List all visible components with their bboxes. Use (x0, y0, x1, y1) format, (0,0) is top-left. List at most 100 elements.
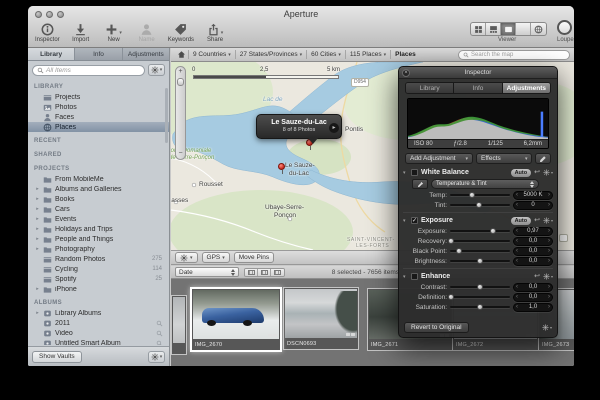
close-icon[interactable]: × (402, 69, 410, 77)
sidebar-item-random-photos[interactable]: Random Photos275 (28, 254, 169, 264)
slider-track[interactable] (450, 240, 510, 242)
slider-handle[interactable] (477, 304, 483, 310)
toolbar-import-button[interactable]: Import (69, 22, 93, 43)
stepper-increment-icon[interactable]: › (548, 191, 550, 199)
viewer-mode-split[interactable] (486, 23, 501, 35)
sidebar-item-from-mobileme[interactable]: From MobileMe (28, 174, 169, 184)
slider-handle[interactable] (448, 294, 454, 300)
sidebar-filter-button[interactable]: ▾ (148, 64, 165, 76)
loupe-button[interactable] (557, 20, 572, 35)
slider-track[interactable] (450, 230, 510, 232)
stepper-increment-icon[interactable]: › (548, 247, 550, 255)
value-stepper[interactable]: ‹0,0› (513, 257, 553, 266)
sidebar-search-input[interactable]: All Items (32, 65, 145, 76)
toolbar-inspector-button[interactable]: Inspector (35, 22, 60, 43)
view-mode-button[interactable] (245, 269, 258, 276)
thumbnail-img-2670[interactable]: IMG_2670 (190, 287, 282, 352)
eyedropper-button[interactable] (412, 179, 428, 189)
thumbnail-partial[interactable] (171, 295, 187, 355)
zoom-slider-handle[interactable] (177, 78, 184, 86)
viewer-mode-places[interactable] (531, 23, 546, 35)
toolbar-new-button[interactable]: ▾New (102, 22, 126, 43)
viewer-mode-grid[interactable] (471, 23, 486, 35)
sidebar-item-video[interactable]: Video (28, 328, 169, 338)
breadcrumb-9-countries[interactable]: 9 Countries▾ (189, 49, 235, 60)
stepper-decrement-icon[interactable]: ‹ (516, 237, 518, 245)
toolbar-keywords-button[interactable]: Keywords (168, 22, 194, 43)
home-button[interactable] (174, 49, 188, 60)
move-pins-button[interactable]: Move Pins (234, 252, 274, 263)
undo-icon[interactable]: ↩ (534, 168, 540, 177)
slider-handle[interactable] (477, 258, 483, 264)
slider-handle[interactable] (476, 202, 482, 208)
value-stepper[interactable]: ‹0,0› (513, 283, 553, 292)
gps-button[interactable]: GPS ▾ (202, 252, 230, 263)
inspector-titlebar[interactable]: × Inspector (399, 67, 557, 79)
sidebar-item-photos[interactable]: Photos (28, 102, 169, 112)
sort-popup[interactable]: Date (175, 267, 239, 277)
stepper-decrement-icon[interactable]: ‹ (516, 191, 518, 199)
disclosure-icon[interactable]: ▾ (403, 274, 408, 280)
disclosure-icon[interactable]: ▸ (35, 286, 40, 292)
inspector-tab-library[interactable]: Library (406, 83, 454, 93)
view-mode-button[interactable] (258, 269, 271, 276)
stepper-decrement-icon[interactable]: ‹ (516, 257, 518, 265)
callout-show-photos-button[interactable]: ▸ (329, 123, 339, 133)
disclosure-icon[interactable]: ▸ (35, 216, 40, 222)
disclosure-icon[interactable]: ▸ (35, 226, 40, 232)
sidebar-item-iphone[interactable]: ▸iPhone (28, 284, 169, 294)
undo-icon[interactable]: ↩ (534, 272, 540, 281)
stepper-decrement-icon[interactable]: ‹ (516, 201, 518, 209)
sidebar-action-button[interactable]: ▾ (148, 351, 165, 363)
slider-track[interactable] (450, 194, 510, 196)
slider-track[interactable] (450, 250, 510, 252)
wb-mode-dropdown[interactable]: Temperature & Tint (431, 179, 539, 189)
sidebar-item-photography[interactable]: ▸Photography (28, 244, 169, 254)
view-mode-button[interactable] (271, 269, 284, 276)
place-callout[interactable]: Le Sauze-du-Lac 8 of 8 Photos ▸ (256, 114, 342, 139)
breadcrumb-115-places[interactable]: 115 Places▾ (346, 49, 390, 60)
viewer-mode-viewer[interactable] (501, 23, 516, 35)
inspector-tab-info[interactable]: Info (454, 83, 502, 93)
section-checkbox[interactable] (411, 169, 418, 176)
stepper-increment-icon[interactable]: › (548, 303, 550, 311)
disclosure-icon[interactable]: ▸ (35, 246, 40, 252)
slider-track[interactable] (450, 306, 510, 308)
sidebar-item-places[interactable]: Places (28, 122, 169, 132)
value-stepper[interactable]: ‹0› (513, 201, 553, 210)
sidebar-item-albums-and-galleries[interactable]: ▸Albums and Galleries (28, 184, 169, 194)
slider-handle[interactable] (477, 284, 483, 290)
breadcrumb-60-cities[interactable]: 60 Cities▾ (307, 49, 345, 60)
slider-track[interactable] (450, 260, 510, 262)
stepper-decrement-icon[interactable]: ‹ (516, 227, 518, 235)
revert-to-original-button[interactable]: Revert to Original (404, 322, 469, 333)
sidebar-item-events[interactable]: ▸Events (28, 214, 169, 224)
map-zoom-slider[interactable]: + − (175, 66, 186, 160)
effects-dropdown[interactable]: Effects ▾ (476, 153, 532, 164)
sidebar-item-spotify[interactable]: Spotify25 (28, 274, 169, 284)
disclosure-icon[interactable]: ▸ (35, 206, 40, 212)
disclosure-icon[interactable]: ▾ (403, 218, 408, 224)
disclosure-icon[interactable]: ▸ (35, 236, 40, 242)
auto-button[interactable]: Auto (511, 169, 532, 177)
stepper-increment-icon[interactable]: › (548, 257, 550, 265)
stepper-increment-icon[interactable]: › (548, 227, 550, 235)
section-action-button[interactable]: ▾ (543, 273, 553, 280)
sidebar-item-library-albums[interactable]: ▸Library Albums (28, 308, 169, 318)
disclosure-icon[interactable]: ▸ (35, 310, 40, 316)
disclosure-icon[interactable]: ▸ (35, 186, 40, 192)
value-stepper[interactable]: ‹0,0› (513, 247, 553, 256)
stepper-decrement-icon[interactable]: ‹ (516, 247, 518, 255)
slider-handle[interactable] (448, 238, 454, 244)
stepper-decrement-icon[interactable]: ‹ (516, 293, 518, 301)
quick-brush-button[interactable] (535, 153, 551, 164)
auto-button[interactable]: Auto (511, 217, 532, 225)
slider-track[interactable] (450, 286, 510, 288)
sidebar-item-2011[interactable]: 2011 (28, 318, 169, 328)
zoom-in-icon[interactable]: + (176, 68, 185, 76)
slider-track[interactable] (450, 296, 510, 298)
sidebar-scrollbar[interactable] (165, 88, 168, 143)
slider-handle[interactable] (456, 248, 462, 254)
value-stepper[interactable]: ‹5000 K› (513, 191, 553, 200)
stepper-increment-icon[interactable]: › (548, 283, 550, 291)
